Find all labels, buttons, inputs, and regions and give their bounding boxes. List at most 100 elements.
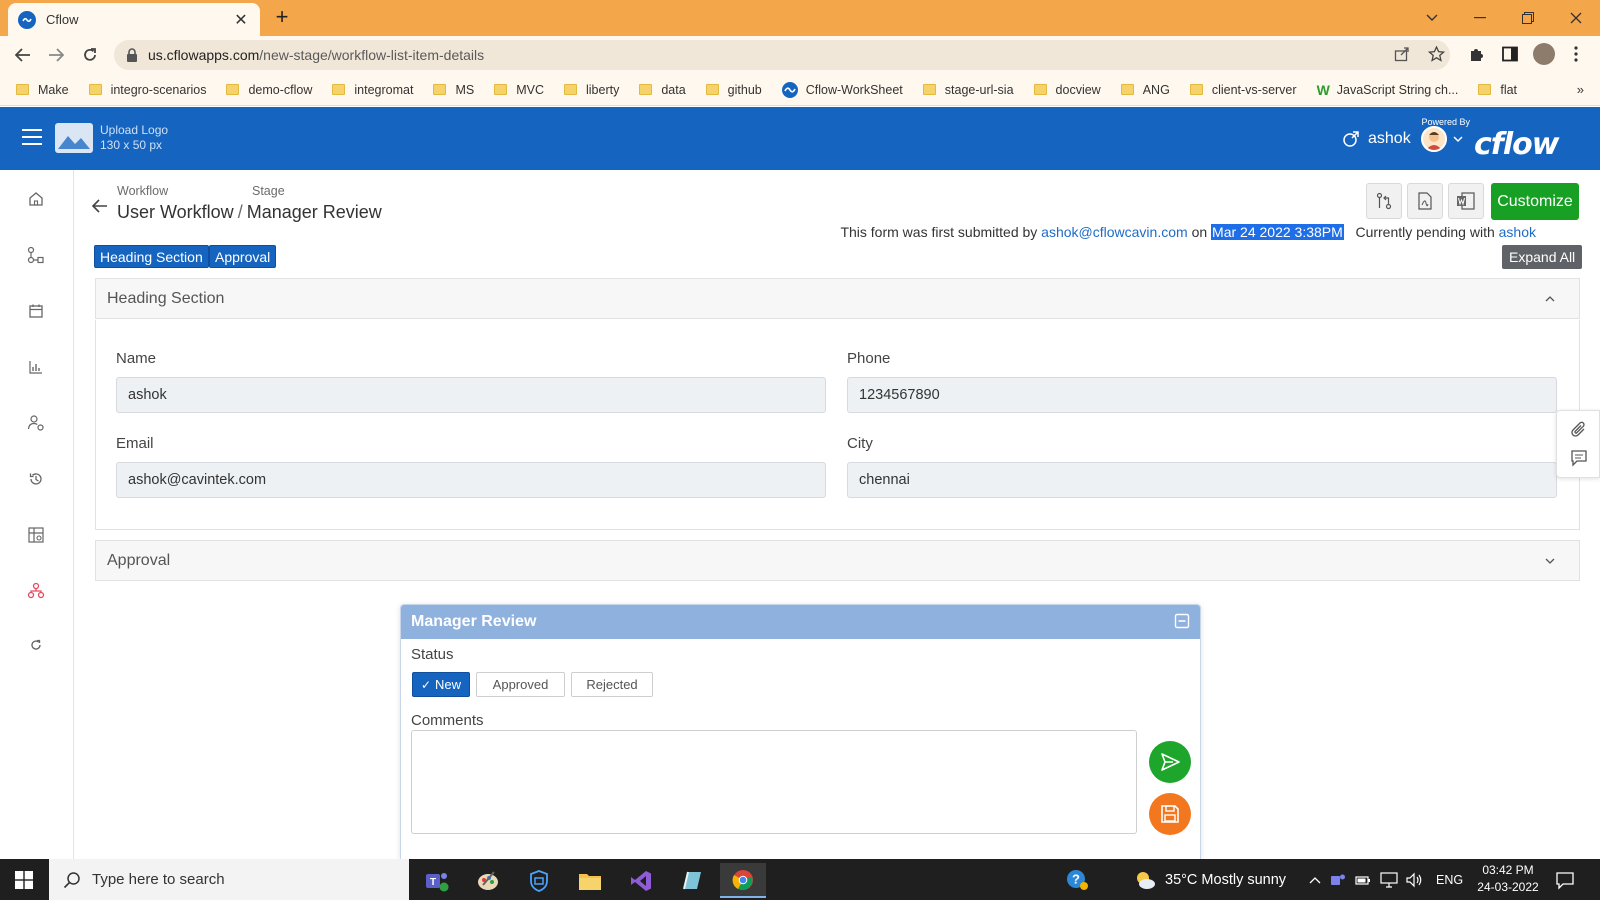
bookmark-item[interactable]: W JavaScript String ch... bbox=[1317, 82, 1459, 98]
teams-app-icon[interactable]: T bbox=[414, 863, 460, 898]
back-arrow-icon[interactable] bbox=[90, 196, 112, 218]
close-window-button[interactable] bbox=[1556, 4, 1596, 32]
bookmark-item[interactable]: integromat bbox=[332, 83, 413, 97]
comment-icon[interactable] bbox=[1570, 449, 1588, 467]
notifications-icon[interactable] bbox=[1555, 859, 1575, 900]
battery-icon[interactable] bbox=[1355, 859, 1371, 900]
status-new-button[interactable]: ✓ New bbox=[412, 672, 470, 697]
browser-tab[interactable]: Cflow ✕ bbox=[8, 3, 260, 36]
bookmark-item[interactable]: MVC bbox=[494, 83, 544, 97]
notes-app-icon[interactable] bbox=[669, 863, 715, 898]
city-field[interactable]: chennai bbox=[847, 462, 1557, 498]
user-avatar[interactable] bbox=[1420, 126, 1447, 152]
new-tab-button[interactable]: + bbox=[270, 6, 294, 30]
section-chip-heading[interactable]: Heading Section bbox=[94, 245, 209, 268]
bookmark-item[interactable]: ANG bbox=[1120, 83, 1170, 97]
save-draft-button[interactable] bbox=[1149, 793, 1191, 835]
reload-button[interactable] bbox=[78, 43, 102, 67]
cflow-favicon-icon bbox=[781, 81, 798, 98]
minimize-button[interactable] bbox=[1460, 4, 1500, 32]
compare-button[interactable] bbox=[1366, 183, 1402, 219]
search-icon bbox=[63, 871, 80, 888]
taskbar-search-box[interactable]: Type here to search bbox=[49, 859, 409, 900]
bookmark-item[interactable]: flat bbox=[1478, 83, 1517, 97]
share-icon[interactable] bbox=[1390, 42, 1414, 66]
history-icon[interactable] bbox=[25, 468, 47, 490]
section-chip-approval[interactable]: Approval bbox=[209, 245, 277, 268]
network-icon[interactable] bbox=[1380, 859, 1398, 900]
bookmark-item[interactable]: github bbox=[705, 83, 762, 97]
user-settings-icon[interactable] bbox=[25, 412, 47, 434]
restore-button[interactable] bbox=[1508, 4, 1548, 32]
user-menu[interactable]: ashok bbox=[1342, 126, 1463, 152]
approval-section-header[interactable]: Approval bbox=[95, 540, 1580, 581]
word-export-button[interactable] bbox=[1448, 183, 1484, 219]
grid-settings-icon[interactable] bbox=[25, 524, 47, 546]
refresh-icon[interactable] bbox=[25, 634, 47, 656]
minimize-panel-icon[interactable] bbox=[1174, 613, 1190, 629]
calendar-icon[interactable] bbox=[25, 300, 47, 322]
attachment-paperclip-icon[interactable] bbox=[1570, 421, 1588, 439]
heading-section-header[interactable]: Heading Section bbox=[95, 278, 1580, 319]
bookmark-item[interactable]: demo-cflow bbox=[226, 83, 312, 97]
reports-chart-icon[interactable] bbox=[25, 356, 47, 378]
expand-all-button[interactable]: Expand All bbox=[1502, 245, 1583, 269]
org-chart-icon[interactable] bbox=[25, 580, 47, 602]
bookmark-item[interactable]: data bbox=[639, 83, 686, 97]
hamburger-menu-icon[interactable] bbox=[22, 129, 42, 145]
teams-tray-icon[interactable] bbox=[1330, 859, 1346, 900]
name-label: Name bbox=[116, 350, 157, 367]
show-hidden-icons-chevron-icon[interactable] bbox=[1309, 859, 1321, 900]
bookmark-item[interactable]: stage-url-sia bbox=[922, 83, 1014, 97]
browser-menu-icon[interactable] bbox=[1564, 42, 1588, 66]
side-panel-icon[interactable] bbox=[1498, 42, 1522, 66]
comments-textarea[interactable] bbox=[411, 730, 1137, 834]
name-field[interactable]: ashok bbox=[116, 377, 826, 413]
email-field[interactable]: ashok@cavintek.com bbox=[116, 462, 826, 498]
profile-avatar[interactable] bbox=[1532, 42, 1556, 66]
folder-icon bbox=[1033, 84, 1047, 95]
pdf-export-button[interactable] bbox=[1407, 183, 1443, 219]
clock-time: 03:42 PM bbox=[1482, 863, 1534, 877]
forward-button[interactable] bbox=[44, 43, 68, 67]
volume-icon[interactable] bbox=[1405, 859, 1423, 900]
bookmark-item[interactable]: integro-scenarios bbox=[88, 83, 206, 97]
bookmark-item[interactable]: MS bbox=[433, 83, 474, 97]
extensions-puzzle-icon[interactable] bbox=[1465, 42, 1489, 66]
tab-search-chevron-icon[interactable] bbox=[1412, 4, 1452, 32]
logo-placeholder-icon[interactable] bbox=[55, 123, 93, 153]
visual-studio-icon[interactable] bbox=[618, 863, 664, 898]
file-explorer-icon[interactable] bbox=[567, 863, 613, 898]
bookmark-star-icon[interactable] bbox=[1424, 42, 1448, 66]
system-clock[interactable]: 03:42 PM 24-03-2022 bbox=[1476, 862, 1540, 896]
workflow-icon[interactable] bbox=[25, 244, 47, 266]
chevron-up-icon bbox=[1545, 296, 1555, 302]
phone-field[interactable]: 1234567890 bbox=[847, 377, 1557, 413]
customize-button[interactable]: Customize bbox=[1491, 183, 1579, 220]
folder-icon bbox=[639, 84, 653, 95]
workflow-name[interactable]: User Workflow bbox=[117, 202, 234, 222]
bookmarks-overflow-icon[interactable]: » bbox=[1577, 82, 1584, 97]
start-button[interactable] bbox=[0, 859, 48, 900]
tab-close-icon[interactable]: ✕ bbox=[232, 10, 250, 30]
home-icon[interactable] bbox=[25, 188, 47, 210]
bookmark-item[interactable]: docview bbox=[1033, 83, 1101, 97]
email-label: Email bbox=[116, 435, 154, 452]
status-rejected-button[interactable]: Rejected bbox=[571, 672, 653, 697]
paint-app-icon[interactable] bbox=[465, 863, 511, 898]
status-approved-button[interactable]: Approved bbox=[476, 672, 565, 697]
address-bar[interactable]: us.cflowapps.com/new-stage/workflow-list… bbox=[114, 40, 1450, 70]
weather-widget[interactable]: 35°C Mostly sunny bbox=[1133, 859, 1286, 900]
bookmark-item[interactable]: Make bbox=[16, 83, 69, 97]
bookmark-item[interactable]: client-vs-server bbox=[1189, 83, 1297, 97]
chrome-app-icon[interactable] bbox=[720, 863, 766, 898]
windows-security-icon[interactable] bbox=[516, 863, 562, 898]
back-button[interactable] bbox=[11, 43, 35, 67]
submitter-email-link[interactable]: ashok@cflowcavin.com bbox=[1041, 224, 1188, 240]
help-tray-icon[interactable]: ? bbox=[1065, 859, 1089, 900]
submit-send-button[interactable] bbox=[1149, 741, 1191, 783]
input-language[interactable]: ENG bbox=[1436, 859, 1463, 900]
bookmark-item[interactable]: Cflow-WorkSheet bbox=[781, 81, 903, 98]
pending-user-link[interactable]: ashok bbox=[1499, 224, 1536, 240]
bookmark-item[interactable]: liberty bbox=[563, 83, 619, 97]
